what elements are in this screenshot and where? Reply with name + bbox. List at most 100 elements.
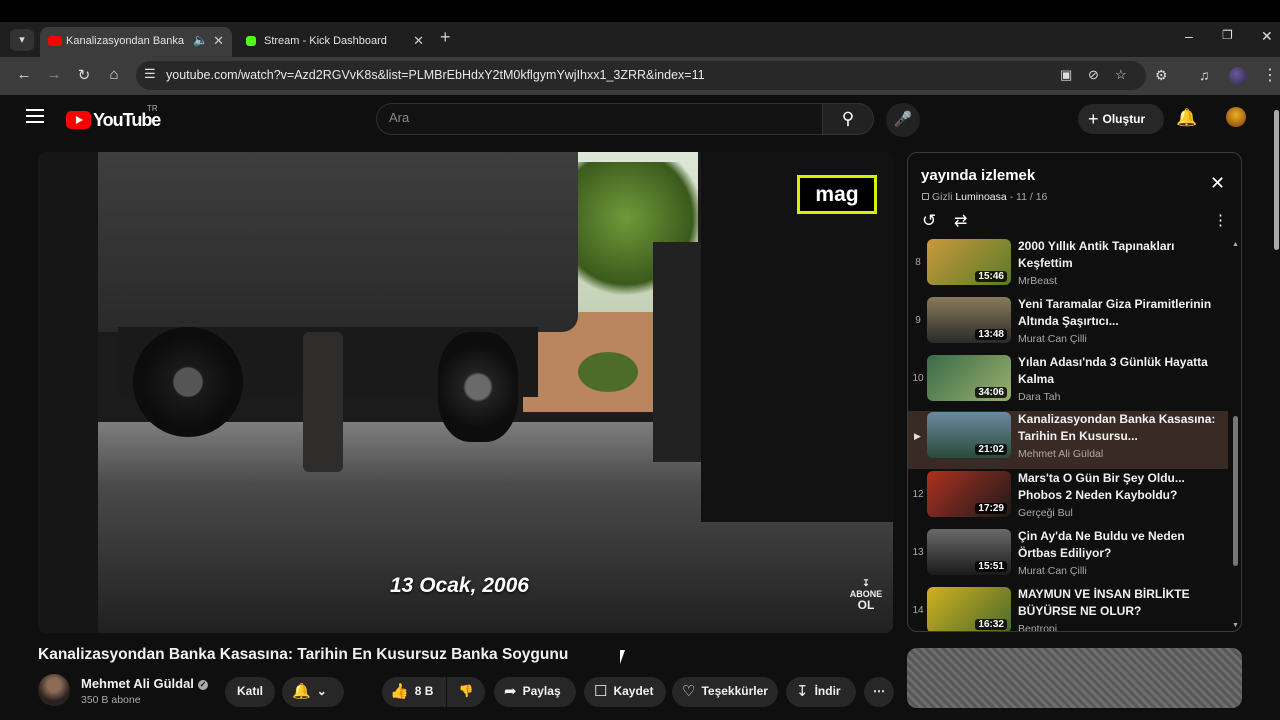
video-frame-wall <box>38 152 98 633</box>
playlist-item[interactable]: 14 16:32 MAYMUN VE İNSAN BİRLİKTE BÜYÜRS… <box>908 586 1228 631</box>
loop-icon[interactable]: ↺ <box>922 211 936 231</box>
join-button[interactable]: Katıl <box>225 677 275 707</box>
tab-close-icon[interactable]: ✕ <box>413 33 424 49</box>
channel-name[interactable]: Mehmet Ali Güldal ✓ <box>81 676 208 691</box>
video-thumbnail[interactable]: 34:06 <box>927 355 1011 401</box>
video-frame-shelf <box>653 242 703 462</box>
tab-youtube[interactable]: Kanalizasyondan Banka Kasası 🔈 ✕ <box>40 27 232 57</box>
playlist-scrollbar[interactable]: ▲ ▼ <box>1232 241 1239 631</box>
scrollbar-thumb[interactable] <box>1233 416 1238 566</box>
minimize-button[interactable]: – <box>1185 28 1193 44</box>
search-button[interactable]: ⚲ <box>822 103 874 135</box>
video-thumbnail[interactable]: 16:32 <box>927 587 1011 631</box>
scroll-up-icon[interactable]: ▲ <box>1232 241 1239 248</box>
playlist-item[interactable]: 10 34:06 Yılan Adası'nda 3 Günlük Hayatt… <box>908 354 1228 412</box>
page-scrollbar-thumb[interactable] <box>1274 110 1279 250</box>
playlist-more-icon[interactable]: ⋮ <box>1213 211 1228 229</box>
create-label: Oluştur <box>1102 112 1146 126</box>
channel-avatar[interactable] <box>38 674 70 706</box>
browser-menu-icon[interactable]: ⋮ <box>1262 65 1278 85</box>
video-thumbnail[interactable]: 15:51 <box>927 529 1011 575</box>
playlist-item[interactable]: 13 15:51 Çin Ay'da Ne Buldu ve Neden Ört… <box>908 528 1228 586</box>
video-thumbnail[interactable]: 15:46 <box>927 239 1011 285</box>
sidebar-ad-placeholder[interactable] <box>907 648 1242 708</box>
item-index: 13 <box>912 547 924 558</box>
channel-watermark-logo: mag <box>797 175 877 214</box>
account-avatar[interactable] <box>1226 107 1246 127</box>
home-icon[interactable]: ⌂ <box>104 66 124 83</box>
item-index: 10 <box>912 373 924 384</box>
chevron-down-icon: ⌄ <box>316 684 327 698</box>
tab-close-icon[interactable]: ✕ <box>213 33 224 49</box>
tracking-off-icon[interactable]: ⊘ <box>1088 67 1099 83</box>
microphone-icon: 🎤 <box>893 111 913 128</box>
more-dots-icon: ⋯ <box>873 684 885 698</box>
restore-button[interactable]: ❐ <box>1222 28 1233 42</box>
item-index: 12 <box>912 489 924 500</box>
speaker-icon[interactable]: 🔈 <box>193 33 208 47</box>
share-button[interactable]: ➦ Paylaş <box>494 677 576 707</box>
playlist-close-icon[interactable]: ✕ <box>1210 173 1225 194</box>
create-button[interactable]: + Oluştur <box>1078 104 1164 134</box>
item-title[interactable]: Kanalizasyondan Banka Kasasına: Tarihin … <box>1018 411 1218 445</box>
playlist-item-current[interactable]: ▶ 21:02 Kanalizasyondan Banka Kasasına: … <box>908 411 1228 469</box>
duration-badge: 15:51 <box>975 561 1007 572</box>
subscribe-watermark[interactable]: ↧ ABONE OL <box>846 578 886 611</box>
more-actions-button[interactable]: ⋯ <box>864 677 894 707</box>
like-button[interactable]: 👍 8 B <box>382 677 446 707</box>
forward-icon[interactable]: → <box>44 66 64 83</box>
video-frame-wheel <box>438 332 518 442</box>
playlist-position: - 11 / 16 <box>1009 191 1048 203</box>
thanks-button[interactable]: ♡ Teşekkürler <box>672 677 778 707</box>
playlist-title[interactable]: yayında izlemek <box>921 167 1035 184</box>
notifications-bell-icon[interactable]: 🔔 <box>1176 108 1197 128</box>
bookmark-star-icon[interactable]: ☆ <box>1115 67 1127 83</box>
item-title[interactable]: Mars'ta O Gün Bir Şey Oldu... Phobos 2 N… <box>1018 470 1218 504</box>
item-title[interactable]: Yılan Adası'nda 3 Günlük Hayatta Kalma <box>1018 354 1218 388</box>
subscribed-notifications-button[interactable]: 🔔 ⌄ <box>282 677 344 707</box>
playlist-owner[interactable]: Luminoasa <box>955 191 1006 203</box>
download-button[interactable]: ↧ İndir <box>786 677 856 707</box>
install-app-icon[interactable]: ▣ <box>1060 67 1072 83</box>
channel-name-text[interactable]: Mehmet Ali Güldal <box>81 676 194 691</box>
search-icon: ⚲ <box>841 109 855 128</box>
video-player[interactable]: mag 13 Ocak, 2006 ↧ ABONE OL <box>38 152 893 633</box>
video-thumbnail[interactable]: 13:48 <box>927 297 1011 343</box>
item-title[interactable]: MAYMUN VE İNSAN BİRLİKTE BÜYÜRSE NE OLUR… <box>1018 586 1218 620</box>
url-text[interactable]: youtube.com/watch?v=Azd2RGVvK8s&list=PLM… <box>166 68 705 82</box>
media-control-icon[interactable]: ♫ <box>1199 67 1210 83</box>
item-index: 14 <box>912 605 924 616</box>
save-button[interactable]: ☐ Kaydet <box>584 677 666 707</box>
item-title[interactable]: Çin Ay'da Ne Buldu ve Neden Örtbas Edili… <box>1018 528 1218 562</box>
window-close-button[interactable]: ✕ <box>1261 28 1273 45</box>
playlist-item[interactable]: 12 17:29 Mars'ta O Gün Bir Şey Oldu... P… <box>908 470 1228 528</box>
duration-badge: 13:48 <box>975 329 1007 340</box>
back-icon[interactable]: ← <box>14 66 34 83</box>
playlist-meta: Gizli Luminoasa - 11 / 16 <box>922 191 1047 203</box>
profile-avatar[interactable] <box>1229 67 1247 85</box>
video-frame-bushes <box>578 352 638 392</box>
playlist-items: 8 15:46 2000 Yıllık Antik Tapınakları Ke… <box>908 238 1228 631</box>
dislike-button[interactable]: 👎 <box>447 677 485 707</box>
new-tab-button[interactable]: + <box>440 27 451 48</box>
item-title[interactable]: 2000 Yıllık Antik Tapınakları Keşfettim <box>1018 238 1218 272</box>
video-thumbnail[interactable]: 21:02 <box>927 412 1011 458</box>
site-info-icon[interactable]: ☰ <box>144 66 156 82</box>
search-input[interactable] <box>389 110 789 125</box>
hamburger-menu-icon[interactable] <box>26 109 44 127</box>
item-channel: Murat Can Çilli <box>1018 333 1087 345</box>
voice-search-button[interactable]: 🎤 <box>886 103 920 137</box>
item-title[interactable]: Yeni Taramalar Giza Piramitlerinin Altın… <box>1018 296 1218 330</box>
shuffle-icon[interactable]: ⇄ <box>954 211 967 231</box>
video-caption: 13 Ocak, 2006 <box>390 574 529 597</box>
address-bar[interactable]: ☰ youtube.com/watch?v=Azd2RGVvK8s&list=P… <box>136 61 1146 90</box>
video-thumbnail[interactable]: 17:29 <box>927 471 1011 517</box>
playlist-item[interactable]: 9 13:48 Yeni Taramalar Giza Piramitlerin… <box>908 296 1228 354</box>
tab-kick[interactable]: Stream - Kick Dashboard ✕ <box>236 27 432 57</box>
reload-icon[interactable]: ↻ <box>74 66 94 84</box>
scroll-down-icon[interactable]: ▼ <box>1232 622 1239 629</box>
playlist-item[interactable]: 8 15:46 2000 Yıllık Antik Tapınakları Ke… <box>908 238 1228 296</box>
video-frame-wheel <box>133 327 243 437</box>
tab-search-button[interactable]: ▾ <box>10 29 34 51</box>
extensions-icon[interactable]: ⚙ <box>1155 67 1168 84</box>
